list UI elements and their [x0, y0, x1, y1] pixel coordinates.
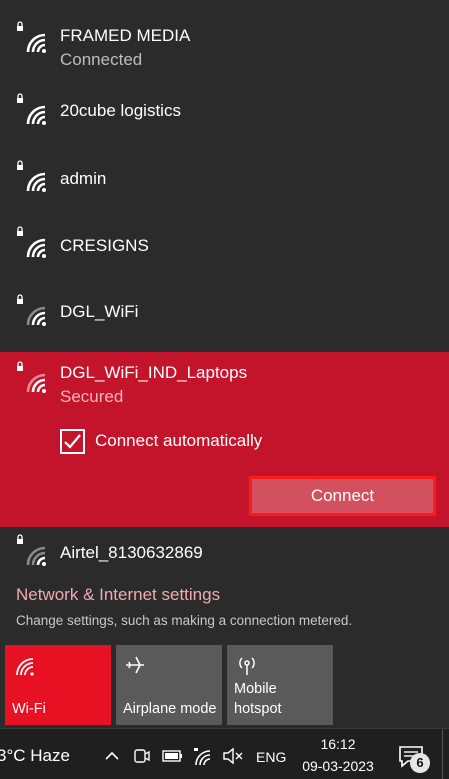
show-desktop-button[interactable]: [442, 729, 449, 779]
hotspot-icon: [239, 657, 255, 675]
notification-count-badge: 6: [410, 753, 430, 773]
secured-wifi-weak-icon: [17, 534, 46, 566]
secured-wifi-icon: [17, 226, 46, 258]
checkmark-icon: [64, 433, 81, 449]
clock-date[interactable]: 09-03-2023: [300, 758, 376, 774]
network-name: admin: [60, 169, 107, 188]
meet-now-icon[interactable]: [133, 746, 151, 766]
chevron-up-icon[interactable]: [104, 746, 120, 766]
wifi-tray-icon[interactable]: [192, 746, 214, 766]
secured-wifi-icon: [17, 160, 46, 192]
battery-icon[interactable]: [162, 746, 184, 766]
network-item-20cube-logistics[interactable]: 20cube logistics: [0, 84, 449, 150]
secured-wifi-weak-icon: [17, 361, 46, 393]
network-status: Secured: [60, 387, 124, 406]
network-name: FRAMED MEDIA: [60, 26, 191, 45]
secured-wifi-icon: [17, 21, 46, 53]
wifi-toggle-tile[interactable]: Wi-Fi: [5, 645, 111, 725]
speaker-muted-icon[interactable]: [222, 746, 244, 766]
weather-widget[interactable]: 3°C Haze: [0, 746, 70, 766]
taskbar: 3°C Haze ENG 16:12 09-03-2023 6: [0, 728, 449, 779]
wifi-icon: [16, 658, 34, 676]
input-language-indicator[interactable]: ENG: [256, 749, 286, 765]
mobile-hotspot-tile[interactable]: Mobile hotspot: [227, 645, 333, 725]
network-item-dgl-wifi-ind-laptops[interactable]: DGL_WiFi_IND_Laptops Secured Connect aut…: [0, 352, 449, 527]
network-item-dgl-wifi[interactable]: DGL_WiFi: [0, 284, 449, 352]
network-name: 20cube logistics: [60, 101, 181, 120]
network-item-admin[interactable]: admin: [0, 150, 449, 217]
network-item-airtel[interactable]: Airtel_8130632869: [0, 527, 449, 575]
network-internet-settings-link[interactable]: Network & Internet settings: [16, 585, 220, 605]
connect-automatically-row[interactable]: Connect automatically: [60, 428, 262, 454]
network-settings-description: Change settings, such as making a connec…: [16, 613, 353, 628]
network-name: CRESIGNS: [60, 236, 149, 255]
airplane-icon: [126, 656, 144, 674]
network-item-framed-media[interactable]: FRAMED MEDIA Connected: [0, 0, 449, 84]
tile-label: Mobile hotspot: [234, 681, 282, 717]
connect-automatically-label: Connect automatically: [95, 431, 263, 450]
airplane-mode-tile[interactable]: Airplane mode: [116, 645, 222, 725]
network-name: DGL_WiFi_IND_Laptops: [60, 363, 248, 382]
secured-wifi-icon: [17, 93, 46, 125]
network-name: DGL_WiFi: [60, 302, 139, 321]
network-name: Airtel_8130632869: [60, 543, 203, 562]
network-status: Connected: [60, 50, 143, 69]
network-flyout: FRAMED MEDIA Connected 20cube logistics …: [0, 0, 449, 728]
clock-time[interactable]: 16:12: [300, 736, 376, 752]
tile-label: Wi-Fi: [12, 701, 46, 717]
connect-automatically-checkbox[interactable]: [60, 428, 85, 454]
secured-wifi-weak-icon: [17, 294, 46, 326]
network-item-cresigns[interactable]: CRESIGNS: [0, 217, 449, 284]
tile-label: Airplane mode: [123, 701, 217, 717]
connect-button[interactable]: Connect: [249, 476, 436, 516]
